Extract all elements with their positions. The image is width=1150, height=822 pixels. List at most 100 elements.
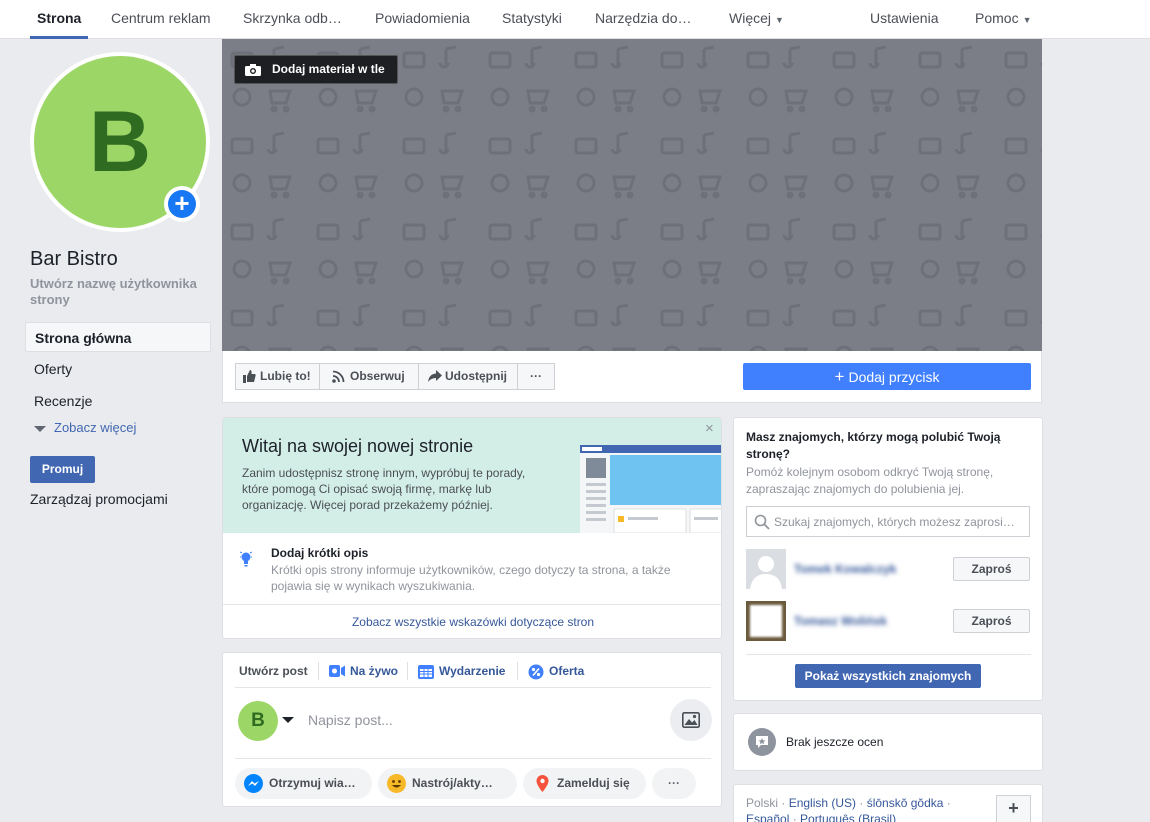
messenger-icon [244, 774, 263, 793]
follow-label: Obserwuj [350, 369, 405, 383]
post-text-input[interactable]: Napisz post... [308, 712, 393, 728]
rss-icon [332, 370, 345, 383]
tab-offer[interactable]: Oferta [528, 663, 585, 680]
avatar[interactable] [746, 601, 786, 641]
add-cover-button[interactable]: Dodaj materiał w tle [234, 55, 398, 84]
page-action-bar: Lubię to! Obserwuj Udostępnij ··· + Dodaj… [222, 351, 1042, 403]
more-dots-icon: ··· [668, 776, 680, 790]
share-button[interactable]: Udostępnij [418, 363, 518, 390]
show-all-friends-button[interactable]: Pokaż wszystkich znajomych [795, 664, 981, 688]
camera-icon [245, 64, 261, 76]
top-navigation: Strona Centrum reklam Skrzynka odb… Powi… [0, 0, 1150, 39]
invite-friends-card: Masz znajomych, którzy mogą polubić Twoj… [733, 417, 1043, 701]
more-languages-button[interactable]: + [996, 795, 1031, 822]
avatar[interactable]: B [238, 701, 278, 741]
tab-ad-center[interactable]: Centrum reklam [111, 0, 211, 39]
promote-button[interactable]: Promuj [30, 456, 95, 483]
chevron-down-icon: ▼ [775, 15, 784, 25]
follow-button[interactable]: Obserwuj [319, 363, 419, 390]
manage-promotions-link[interactable]: Zarządzaj promocjami [30, 491, 168, 507]
language-link[interactable]: Português (Brasil) [800, 812, 896, 822]
divider [235, 758, 711, 759]
invite-friends-title: Masz znajomych, którzy mogą polubić Twoj… [746, 430, 1001, 461]
sidebar-item-home[interactable]: Strona główna [25, 322, 211, 352]
lightbulb-icon [240, 551, 252, 567]
invite-button[interactable]: Zaproś [953, 557, 1030, 581]
tab-create-post[interactable]: Utwórz post [239, 663, 308, 679]
tab-notifications[interactable]: Powiadomienia [375, 0, 470, 39]
tab-event[interactable]: Wydarzenie [418, 663, 505, 679]
language-link[interactable]: ślōnskŏ gŏdka [867, 796, 944, 810]
friend-name[interactable]: Tomasz Wolińsk [794, 614, 887, 628]
plus-icon: + [834, 367, 845, 386]
calendar-icon [418, 665, 434, 679]
caret-down-icon [34, 425, 46, 432]
tab-inbox[interactable]: Skrzynka odb… [243, 0, 342, 39]
invite-button[interactable]: Zaproś [953, 609, 1030, 633]
get-messages-button[interactable]: Otrzymuj wia… [235, 768, 372, 799]
post-composer: Utwórz post Na żywo Wydarzenie Oferta B … [222, 652, 722, 807]
add-button-label: Dodaj przycisk [848, 369, 940, 385]
sidebar-item-reviews[interactable]: Recenzje [25, 386, 211, 416]
like-label: Lubię to! [260, 369, 311, 383]
chevron-down-icon: ▼ [1022, 15, 1032, 25]
like-button[interactable]: Lubię to! [235, 363, 320, 390]
caret-down-icon[interactable] [282, 717, 294, 723]
create-username-link[interactable]: Utwórz nazwę użytkownika strony [30, 276, 215, 308]
close-icon[interactable]: × [705, 420, 714, 437]
current-language: Polski [746, 796, 779, 810]
friend-photo [750, 605, 782, 637]
tab-live[interactable]: Na żywo [329, 663, 398, 679]
tab-settings[interactable]: Ustawienia [870, 0, 938, 39]
tab-page[interactable]: Strona [30, 0, 89, 39]
cover-photo-area[interactable] [222, 39, 1042, 351]
feeling-activity-label: Nastrój/akty… [412, 776, 493, 790]
welcome-card: Witaj na swojej nowej stronie Zanim udos… [222, 417, 722, 639]
more-options-button[interactable]: ··· [652, 768, 696, 799]
location-pin-icon [533, 774, 552, 793]
share-label: Udostępnij [445, 369, 507, 383]
divider [746, 654, 1031, 655]
tab-insights[interactable]: Statystyki [502, 0, 562, 39]
tab-help[interactable]: Pomoc ▼ [975, 0, 1032, 39]
tab-event-label: Wydarzenie [439, 664, 506, 678]
friend-search-box[interactable] [746, 506, 1030, 537]
add-photo-button[interactable] [670, 699, 712, 741]
add-button-button[interactable]: + Dodaj przycisk [743, 363, 1031, 390]
tab-publishing-tools[interactable]: Narzędzia do… [595, 0, 692, 39]
tab-offer-label: Oferta [549, 664, 585, 678]
sidebar-item-offers[interactable]: Oferty [25, 354, 211, 384]
tip-title[interactable]: Dodaj krótki opis [271, 546, 368, 560]
friend-name[interactable]: Tomek Kowalczyk [794, 562, 896, 576]
divider [407, 662, 408, 680]
no-reviews-text: Brak jeszcze ocen [786, 735, 884, 749]
check-in-button[interactable]: Zamelduj się [523, 768, 646, 799]
see-more-link[interactable]: Zobacz więcej [34, 420, 136, 435]
get-messages-label: Otrzymuj wia… [269, 776, 356, 790]
welcome-title: Witaj na swojej nowej stronie [242, 436, 474, 456]
friend-search-input[interactable] [774, 512, 1024, 531]
add-cover-label: Dodaj materiał w tle [272, 62, 385, 76]
cover-pattern [222, 39, 1042, 351]
add-profile-picture-button[interactable]: + [164, 186, 200, 222]
all-tips-link[interactable]: Zobacz wszystkie wskazówki dotyczące str… [223, 604, 721, 638]
check-in-label: Zamelduj się [557, 776, 630, 790]
page-preview-illustration [580, 445, 721, 533]
language-card: Polski · English (US) · ślōnskŏ gŏdka · … [733, 784, 1043, 822]
more-actions-button[interactable]: ··· [517, 363, 555, 390]
language-link[interactable]: Español [746, 812, 789, 822]
search-icon [754, 514, 770, 530]
plus-icon: + [168, 190, 196, 218]
avatar[interactable] [746, 549, 786, 589]
tab-more[interactable]: Więcej ▼ [729, 0, 784, 39]
language-link[interactable]: English (US) [789, 796, 856, 810]
feeling-activity-button[interactable]: Nastrój/akty… [378, 768, 517, 799]
photo-icon [682, 712, 700, 728]
divider [318, 662, 319, 680]
divider [517, 662, 518, 680]
tip-body: Krótki opis strony informuje użytkownikó… [271, 563, 671, 593]
tab-live-label: Na żywo [350, 664, 399, 678]
reviews-card: Brak jeszcze ocen [733, 713, 1043, 771]
divider [235, 687, 711, 688]
invite-friends-description: Pomóż kolejnym osobom odkryć Twoją stron… [746, 465, 994, 496]
